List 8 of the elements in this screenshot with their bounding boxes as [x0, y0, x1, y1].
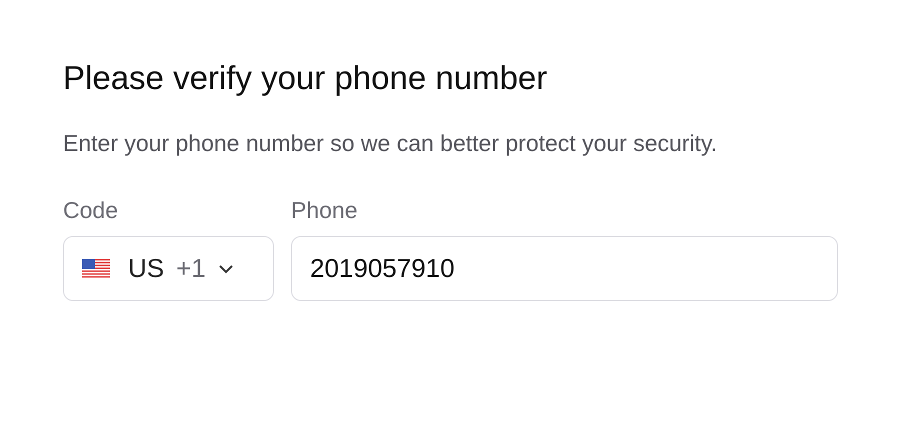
page-title: Please verify your phone number	[63, 58, 548, 98]
field-label: Code	[63, 196, 119, 225]
chevron-down-icon	[218, 264, 234, 274]
phone-input[interactable]: 2019057910	[291, 236, 838, 301]
flag-icon	[82, 258, 110, 278]
description-text: Enter your phone number so we can better protect your security.	[63, 129, 718, 158]
country-code-select[interactable]: US +1	[63, 236, 274, 301]
field-label: Phone	[291, 196, 359, 225]
